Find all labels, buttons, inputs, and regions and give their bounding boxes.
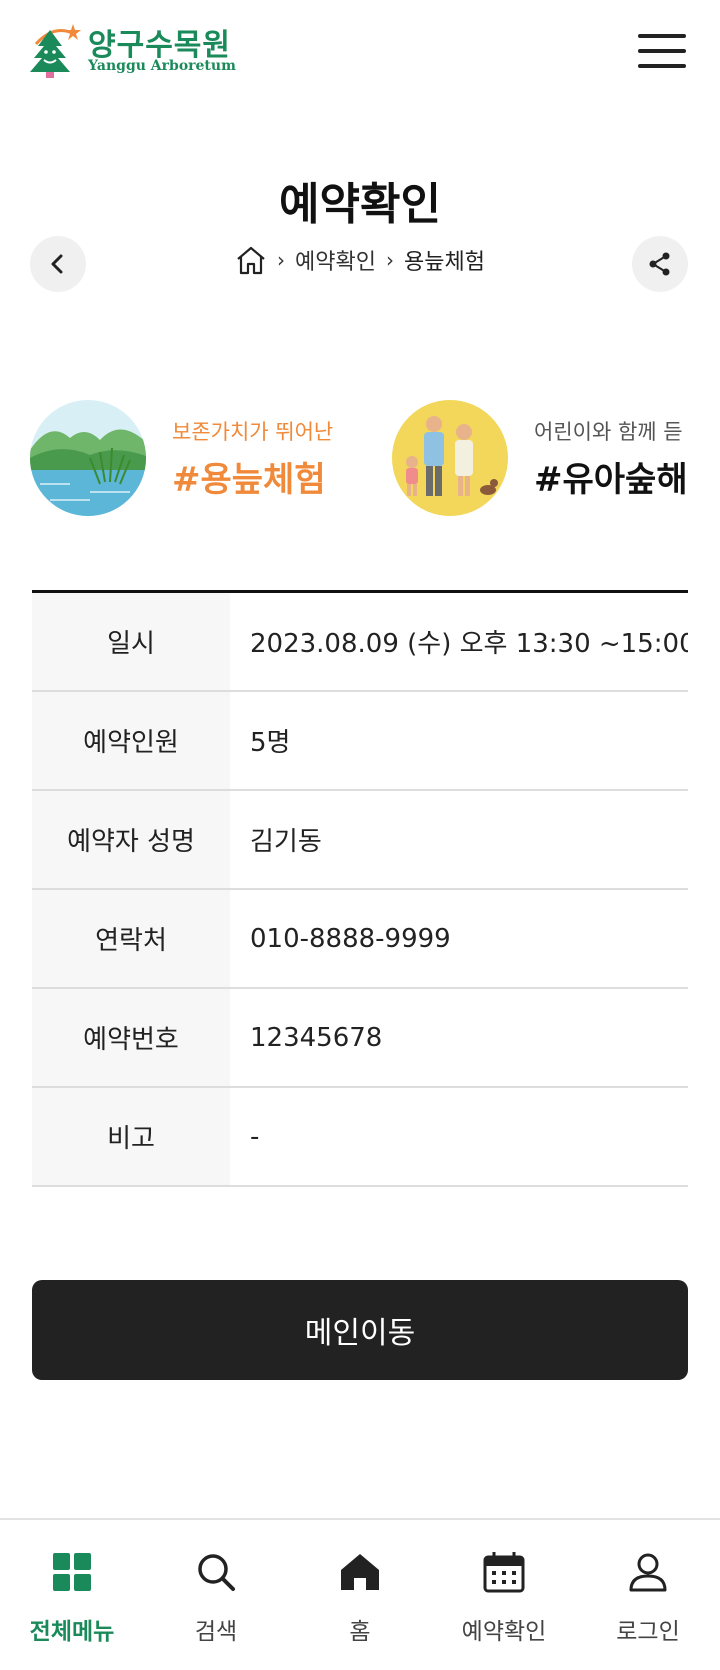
share-icon [649, 252, 670, 276]
nav-reservation[interactable]: 예약확인 [432, 1520, 576, 1670]
program-subtitle: 보존가치가 뛰어난 [172, 419, 334, 444]
logo-subtitle: Yanggu Arboretum [88, 58, 236, 74]
page-title: 예약확인 [279, 179, 441, 230]
row-label: 연락처 [32, 890, 230, 987]
nav-label: 검색 [194, 1619, 238, 1645]
search-icon [198, 1554, 235, 1591]
program-tag: #유아숲해 [534, 459, 688, 500]
program-card[interactable]: 어린이와 함께 듣 #유아숲해 [392, 398, 688, 518]
menu-button[interactable] [638, 34, 688, 70]
program-carousel[interactable]: 보존가치가 뛰어난 #용늪체험 어린이와 함께 듣 #유아숲해 [0, 398, 720, 518]
calendar-icon [483, 1552, 525, 1593]
nav-label: 로그인 [616, 1619, 680, 1645]
row-value: 김기동 [250, 827, 322, 857]
share-button[interactable] [632, 236, 688, 292]
program-card[interactable]: 보존가치가 뛰어난 #용늪체험 [30, 398, 333, 518]
menu-bar [638, 64, 686, 68]
row-value: 5명 [250, 728, 291, 758]
bottom-navigation: 전체메뉴 검색 홈 예약확인 로그인 [0, 1518, 720, 1670]
user-icon [629, 1553, 667, 1592]
breadcrumb-separator: › [386, 248, 394, 272]
breadcrumb-separator: › [277, 248, 286, 272]
nav-all-menu[interactable]: 전체메뉴 [0, 1520, 144, 1670]
site-logo[interactable]: 양구수목원 Yanggu Arboretum [30, 22, 240, 80]
nav-label: 예약확인 [461, 1619, 547, 1645]
menu-bar [638, 49, 686, 53]
breadcrumb-item[interactable]: 예약확인 [295, 244, 376, 276]
table-row: 예약자 성명 김기동 [32, 791, 688, 890]
nav-search[interactable]: 검색 [144, 1520, 288, 1670]
table-row: 연락처 010-8888-9999 [32, 890, 688, 989]
row-label: 예약인원 [32, 692, 230, 789]
nav-label: 전체메뉴 [29, 1619, 115, 1645]
row-label: 비고 [32, 1088, 230, 1185]
nav-home[interactable]: 홈 [288, 1520, 432, 1670]
row-value: 2023.08.09 (수) 오후 13:30 ~15:00 [250, 629, 688, 659]
home-icon[interactable] [235, 245, 267, 275]
program-tag: #용늪체험 [172, 459, 326, 500]
nav-login[interactable]: 로그인 [576, 1520, 720, 1670]
row-label: 일시 [32, 593, 230, 690]
table-row: 예약번호 12345678 [32, 989, 688, 1088]
table-row: 일시 2023.08.09 (수) 오후 13:30 ~15:00 [32, 593, 688, 692]
row-value: 010-8888-9999 [250, 923, 451, 954]
tree-logo-icon [30, 24, 81, 78]
go-main-button[interactable]: 메인이동 [32, 1280, 688, 1380]
row-label: 예약자 성명 [32, 791, 230, 888]
row-label: 예약번호 [32, 989, 230, 1086]
program-subtitle: 어린이와 함께 듣 [534, 419, 683, 444]
table-row: 예약인원 5명 [32, 692, 688, 791]
reservation-table: 일시 2023.08.09 (수) 오후 13:30 ~15:00 예약인원 5… [32, 590, 688, 1187]
wetland-image [30, 400, 146, 516]
breadcrumb-current: 용늪체험 [404, 250, 485, 275]
row-value: 12345678 [250, 1022, 383, 1053]
family-image [392, 400, 508, 516]
site-header: 양구수목원 Yanggu Arboretum [0, 0, 720, 100]
grid-icon [53, 1553, 91, 1591]
table-row: 비고 - [32, 1088, 688, 1187]
menu-bar [638, 34, 686, 38]
nav-label: 홈 [349, 1619, 371, 1645]
breadcrumb: › 예약확인 › 용늪체험 [0, 244, 720, 276]
row-value: - [250, 1121, 260, 1152]
home-icon [341, 1554, 379, 1590]
